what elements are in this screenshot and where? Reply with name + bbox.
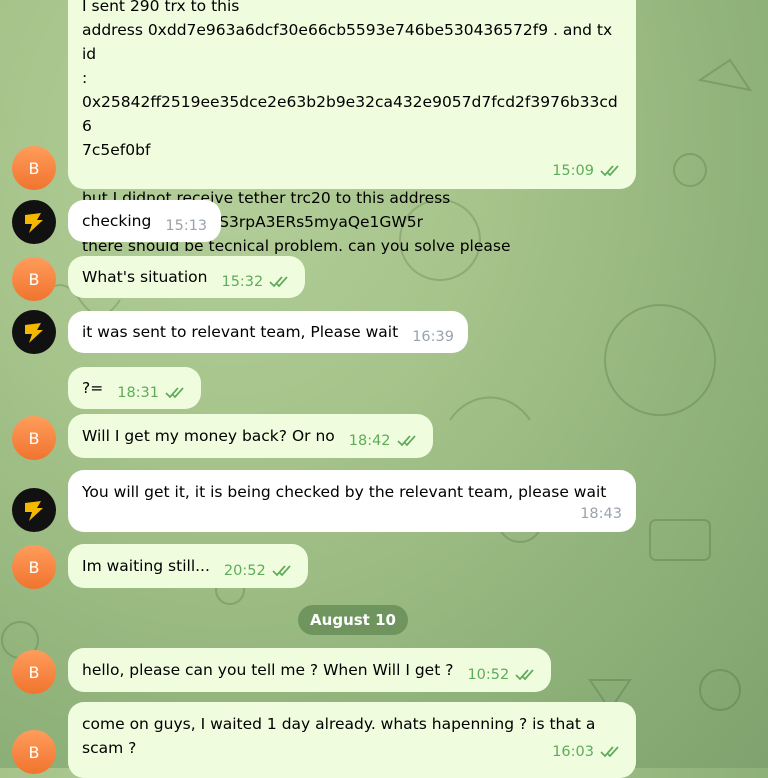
message-time: 20:52 <box>223 563 266 579</box>
message-time: 18:42 <box>348 433 391 449</box>
message-meta: 18:42 <box>349 429 419 453</box>
message-time: 18:31 <box>117 385 160 401</box>
message-time: 16:39 <box>412 329 454 345</box>
lightning-logo-icon <box>25 213 43 233</box>
double-check-icon <box>515 669 534 681</box>
message-time: 16:03 <box>552 744 594 760</box>
message-bubble-incoming[interactable]: checking 15:13 <box>68 200 222 242</box>
avatar[interactable]: B <box>12 545 56 589</box>
message-meta: 15:13 <box>165 214 207 238</box>
avatar[interactable]: B <box>12 257 56 301</box>
double-check-icon <box>600 165 619 177</box>
message-text: hello, please can you tell me ? When Wil… <box>82 661 454 679</box>
message-time: 15:13 <box>165 218 208 234</box>
message-time: 15:09 <box>552 163 594 179</box>
message-meta: 10:52 <box>467 663 537 687</box>
message-meta: 16:39 <box>412 325 454 349</box>
message-text: What's situation <box>82 268 208 286</box>
message-bubble-outgoing[interactable]: come on guys, I waited 1 day already. wh… <box>68 702 636 778</box>
message-bubble-outgoing[interactable]: What's situation 15:32 <box>68 256 306 298</box>
avatar[interactable] <box>12 488 56 532</box>
message-bubble-incoming[interactable]: it was sent to relevant team, Please wai… <box>68 311 468 353</box>
message-bubble-outgoing[interactable]: I sent 290 trx to this address 0xdd7e963… <box>68 0 636 255</box>
double-check-icon <box>272 565 291 577</box>
avatar[interactable]: B <box>12 146 56 190</box>
message-list[interactable]: I sent 290 trx to this address 0xdd7e963… <box>0 0 768 778</box>
message-meta: 15:32 <box>221 270 291 294</box>
message-meta: 18:43 <box>580 502 622 526</box>
message-time: 10:52 <box>467 667 510 683</box>
avatar[interactable] <box>12 200 56 244</box>
message-bubble-outgoing[interactable]: hello, please can you tell me ? When Wil… <box>68 648 552 692</box>
lightning-logo-icon <box>25 323 43 343</box>
date-separator: August 10 <box>298 605 408 635</box>
message-text: checking <box>82 212 152 230</box>
message-text: come on guys, I waited 1 day already. wh… <box>82 715 596 757</box>
message-text: it was sent to relevant team, Please wai… <box>82 323 399 341</box>
avatar[interactable] <box>12 310 56 354</box>
message-text: Will I get my money back? Or no <box>82 427 335 445</box>
message-meta: 16:03 <box>552 740 622 764</box>
double-check-icon <box>269 276 288 288</box>
message-bubble-incoming[interactable]: You will get it, it is being checked by … <box>68 470 636 532</box>
message-meta: 20:52 <box>224 559 294 583</box>
double-check-icon <box>396 435 416 447</box>
double-check-icon <box>600 746 619 758</box>
avatar[interactable]: B <box>12 416 56 460</box>
message-bubble-outgoing[interactable]: Will I get my money back? Or no 18:42 <box>68 414 433 458</box>
message-text: You will get it, it is being checked by … <box>82 483 607 501</box>
double-check-icon <box>165 387 184 399</box>
message-text: Im waiting still... <box>82 557 210 575</box>
message-meta: 18:31 <box>117 381 187 405</box>
message-bubble-outgoing[interactable]: ?= 18:31 <box>68 367 202 409</box>
message-text: ?= <box>82 379 104 397</box>
message-meta: 15:09 <box>552 159 622 183</box>
avatar[interactable]: B <box>12 730 56 774</box>
message-time: 15:32 <box>221 274 264 290</box>
avatar[interactable]: B <box>12 650 56 694</box>
message-bubble-outgoing[interactable]: Im waiting still... 20:52 <box>68 544 308 588</box>
message-time: 18:43 <box>580 506 622 522</box>
lightning-logo-icon <box>25 501 43 521</box>
